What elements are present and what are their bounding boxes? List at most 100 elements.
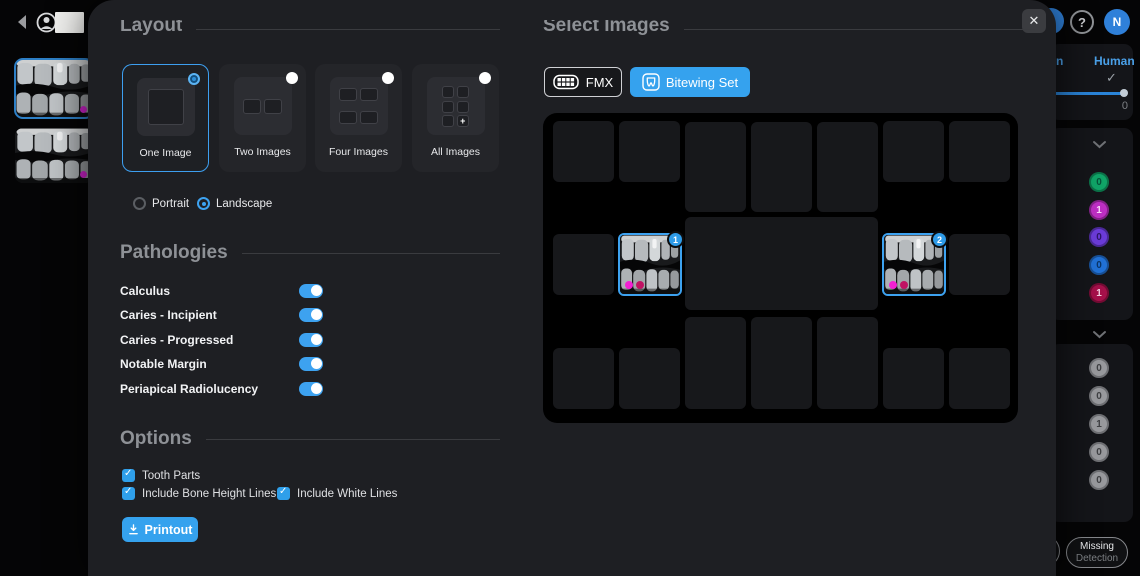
fmx-button[interactable]: FMX: [544, 67, 622, 97]
bitewing-tooth-icon: [642, 73, 660, 91]
periapical-toggle[interactable]: [299, 382, 323, 396]
count-badge-calculus: 0: [1089, 172, 1109, 192]
white-lines-checkbox[interactable]: [277, 487, 290, 500]
app-root: ? N n Human ✓ 0 0 1 0 0 1 0 0 1 0 0 Miss…: [0, 0, 1140, 576]
plus-icon: +: [460, 117, 465, 126]
collapse-chevron-1[interactable]: [1092, 136, 1107, 154]
human-tab[interactable]: Human: [1094, 54, 1135, 68]
collapse-chevron-2[interactable]: [1092, 326, 1107, 344]
printout-modal: ✕ Layout One Image Two Images: [88, 0, 1056, 576]
white-lines-option[interactable]: Include White Lines: [277, 487, 397, 500]
fmx-label: FMX: [586, 75, 613, 90]
portrait-label: Portrait: [152, 198, 189, 210]
mount-cell-selected-1[interactable]: 1: [618, 233, 682, 296]
layout-card-two-images[interactable]: Two Images: [219, 64, 306, 172]
toggle-row-caries-incipient: Caries - Incipient: [120, 307, 323, 322]
divider: [242, 253, 500, 254]
finding-dot-crimson: [900, 281, 908, 289]
download-icon: [128, 524, 139, 535]
printout-label: Printout: [145, 523, 193, 537]
mount-cell[interactable]: [883, 348, 944, 409]
mount-cell[interactable]: [553, 348, 614, 409]
mount-cell[interactable]: [619, 348, 680, 409]
user-avatar[interactable]: N: [1104, 9, 1130, 35]
bitewing-set-button[interactable]: Bitewing Set: [630, 67, 750, 97]
count-badge-caries-progressed: 0: [1089, 227, 1109, 247]
card-radio[interactable]: [382, 72, 394, 84]
notable-margin-toggle[interactable]: [299, 357, 323, 371]
mount-cell[interactable]: [949, 234, 1010, 295]
toggle-row-caries-progressed: Caries - Progressed: [120, 332, 323, 347]
caries-incipient-toggle[interactable]: [299, 308, 323, 322]
patient-avatar-icon[interactable]: [36, 12, 57, 38]
card-radio[interactable]: [286, 72, 298, 84]
person-icon: [36, 12, 57, 33]
xray-thumbnail-2[interactable]: [15, 128, 93, 183]
mount-cell[interactable]: [553, 234, 614, 295]
toggle-label: Calculus: [120, 284, 170, 298]
mount-cell[interactable]: [883, 121, 944, 182]
mount-cell[interactable]: [685, 317, 746, 409]
bone-height-option[interactable]: Include Bone Height Lines: [122, 487, 276, 500]
layout-card-one-image[interactable]: One Image: [122, 64, 209, 172]
slider-handle[interactable]: [1120, 89, 1128, 97]
checkbox-label: Include Bone Height Lines: [142, 488, 276, 500]
toggle-label: Caries - Incipient: [120, 308, 217, 322]
back-button[interactable]: [16, 14, 28, 35]
bitewing-set-label: Bitewing Set: [666, 75, 738, 90]
mount-cell[interactable]: [817, 122, 878, 212]
one-image-icon: [137, 78, 195, 136]
selection-order-badge: 1: [667, 231, 684, 248]
mount-cell[interactable]: [553, 121, 614, 182]
card-radio[interactable]: [479, 72, 491, 84]
printout-button[interactable]: Printout: [122, 517, 198, 542]
tooth-parts-checkbox[interactable]: [122, 469, 135, 482]
portrait-radio[interactable]: [133, 197, 146, 210]
tooth-parts-option[interactable]: Tooth Parts: [122, 469, 200, 482]
human-check-icon: ✓: [1106, 70, 1117, 86]
landscape-option[interactable]: Landscape: [197, 197, 272, 210]
layout-card-four-images[interactable]: Four Images: [315, 64, 402, 172]
count-badge-gray-1: 0: [1089, 358, 1109, 378]
divider: [684, 29, 1035, 30]
mount-cell-wide[interactable]: [685, 217, 878, 310]
count-badge-gray-3: 1: [1089, 414, 1109, 434]
card-radio-selected[interactable]: [188, 73, 200, 85]
pathologies-section-title: Pathologies: [120, 242, 500, 264]
mount-cell[interactable]: [949, 348, 1010, 409]
count-badge-gray-2: 0: [1089, 386, 1109, 406]
mount-cell[interactable]: [751, 317, 812, 409]
finding-dot-crimson: [636, 281, 644, 289]
panel-partial-label: n: [1056, 54, 1063, 68]
mount-cell[interactable]: [751, 122, 812, 212]
all-images-icon: +: [427, 77, 485, 135]
help-button[interactable]: ?: [1070, 10, 1094, 34]
portrait-option[interactable]: Portrait: [133, 197, 189, 210]
card-label: Four Images: [315, 146, 402, 158]
layout-card-all-images[interactable]: + All Images: [412, 64, 499, 172]
options-title-text: Options: [120, 428, 192, 450]
count-badge-periapical: 1: [1089, 283, 1109, 303]
mount-cell[interactable]: [685, 122, 746, 212]
missing-label: Missing: [1080, 541, 1114, 553]
finding-dot: [80, 171, 87, 178]
xray-thumbnail-1[interactable]: [15, 59, 93, 118]
patient-name-field[interactable]: [55, 12, 84, 33]
finding-dot-magenta: [889, 281, 897, 289]
toggle-row-notable-margin: Notable Margin: [120, 356, 323, 371]
mount-cell[interactable]: [949, 121, 1010, 182]
calculus-toggle[interactable]: [299, 284, 323, 298]
image-mount-grid: 1 2: [543, 113, 1018, 423]
options-section-title: Options: [120, 428, 500, 450]
toggle-label: Periapical Radiolucency: [120, 382, 258, 396]
mount-cell[interactable]: [817, 317, 878, 409]
chevron-down-icon: [1092, 140, 1107, 149]
missing-detection-button[interactable]: Missing Detection: [1066, 537, 1128, 568]
mount-cell-selected-2[interactable]: 2: [882, 233, 946, 296]
landscape-label: Landscape: [216, 198, 272, 210]
landscape-radio[interactable]: [197, 197, 210, 210]
mount-cell[interactable]: [619, 121, 680, 182]
bone-height-checkbox[interactable]: [122, 487, 135, 500]
caries-progressed-toggle[interactable]: [299, 333, 323, 347]
select-images-title-text: Select Images: [543, 20, 670, 37]
